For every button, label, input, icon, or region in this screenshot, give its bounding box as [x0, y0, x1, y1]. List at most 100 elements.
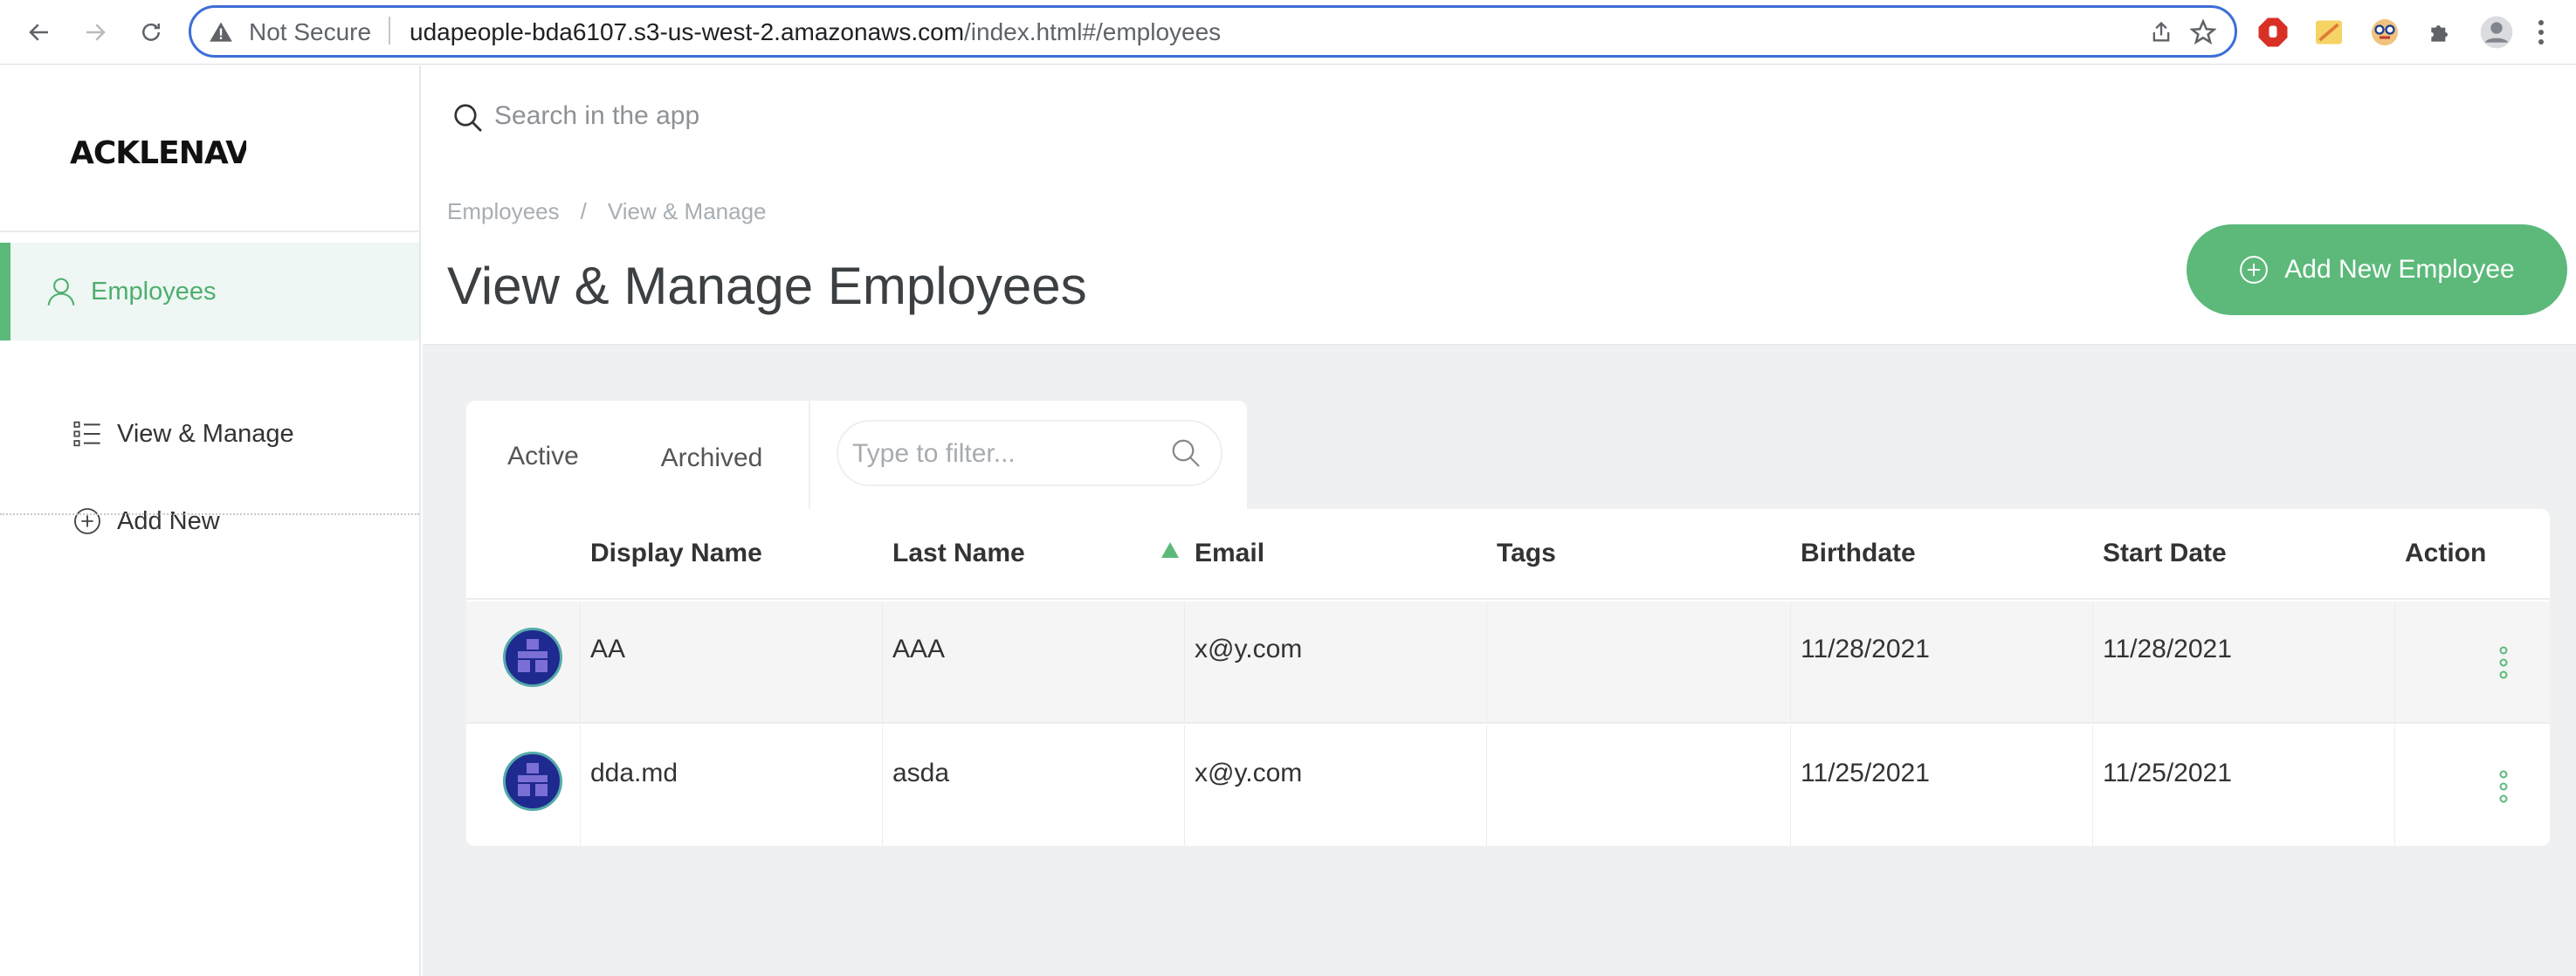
column-header-last-name[interactable]: Last Name: [892, 539, 1025, 568]
reload-icon: [142, 23, 160, 41]
search-icon: [454, 104, 482, 132]
column-divider: [1184, 725, 1185, 846]
table-header: Display Name Last Name Email Tags Birthd…: [466, 509, 2550, 600]
column-divider: [2092, 725, 2093, 846]
sidebar-item-label: Employees: [91, 277, 217, 306]
sidebar-item-employees[interactable]: Employees: [0, 243, 419, 340]
column-divider: [1790, 601, 1791, 724]
address-bar[interactable]: Not Secure udapeople-bda6107.s3-us-west-…: [189, 5, 2237, 58]
breadcrumb: Employees / View & Manage: [447, 198, 767, 225]
cell-start-date: 11/25/2021: [2103, 759, 2232, 787]
filter-input[interactable]: [852, 432, 1167, 476]
logo[interactable]: ACKLENAVENUE: [70, 135, 246, 171]
cell-display-name: dda.md: [590, 759, 678, 787]
plus-circle-icon: [2240, 256, 2269, 284]
column-divider: [1486, 601, 1487, 724]
cell-email: x@y.com: [1195, 759, 1303, 787]
tab-archived[interactable]: Archived: [641, 401, 782, 516]
url-text[interactable]: udapeople-bda6107.s3-us-west-2.amazonaws…: [410, 18, 1221, 46]
browser-menu-button[interactable]: [2531, 14, 2552, 51]
column-header-birthdate[interactable]: Birthdate: [1801, 539, 1916, 568]
column-divider: [580, 601, 581, 724]
share-button[interactable]: [2146, 17, 2177, 48]
filter-box: [837, 420, 1223, 486]
face-extension[interactable]: [2366, 14, 2403, 51]
browser-toolbar: Not Secure udapeople-bda6107.s3-us-west-…: [0, 0, 2576, 65]
notes-extension[interactable]: [2311, 14, 2347, 51]
puzzle-icon: [2431, 25, 2448, 42]
divider: [809, 401, 810, 516]
sidebar-item-view-manage[interactable]: View & Manage: [0, 397, 419, 471]
divider: [389, 17, 390, 45]
column-divider: [882, 601, 883, 724]
cell-display-name: AA: [590, 635, 626, 663]
bookmark-button[interactable]: [2187, 17, 2219, 48]
avatar: [503, 628, 562, 687]
kebab-menu-icon: [2538, 20, 2544, 45]
cell-email: x@y.com: [1195, 635, 1303, 663]
forward-button[interactable]: [75, 12, 115, 52]
column-divider: [1184, 601, 1185, 724]
forward-arrow-icon: [86, 24, 106, 41]
column-divider: [2092, 601, 2093, 724]
breadcrumb-separator: /: [580, 198, 587, 224]
page-header: Employees / View & Manage View & Manage …: [423, 182, 2576, 345]
sidebar-item-add-new[interactable]: Add New: [0, 485, 419, 558]
search-icon[interactable]: [1170, 437, 1202, 469]
column-header-start-date[interactable]: Start Date: [2103, 539, 2227, 568]
tab-bar: Active Archived: [466, 401, 1247, 516]
cell-last-name: AAA: [892, 635, 946, 663]
profile-icon: [2480, 16, 2513, 49]
column-header-email[interactable]: Email: [1195, 539, 1264, 568]
avatar-image-icon: [518, 763, 548, 796]
back-arrow-icon: [29, 24, 48, 41]
sort-ascending-icon[interactable]: [1160, 540, 1181, 560]
stop-hand-icon: [2258, 17, 2288, 47]
back-button[interactable]: [19, 12, 59, 52]
row-actions-menu-icon[interactable]: [2497, 769, 2510, 804]
breadcrumb-item[interactable]: View & Manage: [608, 198, 767, 225]
search-input[interactable]: [494, 92, 2066, 141]
column-divider: [580, 725, 581, 846]
sidebar: ACKLENAVENUE Employees View & Manage Add…: [0, 65, 421, 976]
avatar-image-icon: [518, 639, 548, 672]
table-row[interactable]: AA AAA x@y.com 11/28/2021 11/28/2021: [466, 601, 2550, 724]
cell-start-date: 11/28/2021: [2103, 635, 2232, 663]
note-icon: [2316, 20, 2342, 45]
sidebar-item-label: View & Manage: [117, 419, 294, 448]
url-host: udapeople-bda6107.s3-us-west-2.amazonaws…: [410, 18, 965, 45]
table-row[interactable]: dda.md asda x@y.com 11/25/2021 11/25/202…: [466, 725, 2550, 846]
security-label[interactable]: Not Secure: [249, 18, 371, 46]
user-icon: [47, 278, 75, 306]
page-title: View & Manage Employees: [447, 257, 1087, 315]
warning-icon: [210, 22, 232, 42]
adblock-extension[interactable]: [2255, 14, 2291, 51]
tab-active[interactable]: Active: [466, 401, 620, 516]
breadcrumb-item[interactable]: Employees: [447, 198, 560, 225]
column-divider: [882, 725, 883, 846]
url-path: /index.html#/employees: [964, 18, 1222, 45]
sidebar-item-label: Add New: [117, 506, 220, 535]
app: ACKLENAVENUE Employees View & Manage Add…: [0, 65, 2576, 976]
column-divider: [1486, 725, 1487, 846]
divider: [0, 230, 419, 232]
star-icon: [2190, 19, 2216, 45]
row-actions-menu-icon[interactable]: [2497, 645, 2510, 680]
list-icon: [73, 421, 100, 447]
glasses-face-icon: [2372, 19, 2398, 45]
reload-button[interactable]: [131, 12, 171, 52]
column-divider: [1790, 725, 1791, 846]
profile-button[interactable]: [2478, 14, 2515, 51]
add-new-employee-button[interactable]: Add New Employee: [2187, 224, 2567, 315]
column-header-display-name[interactable]: Display Name: [590, 539, 762, 568]
avatar: [503, 752, 562, 811]
cell-birthdate: 11/28/2021: [1801, 635, 1930, 663]
column-header-tags[interactable]: Tags: [1497, 539, 1556, 568]
extensions-button[interactable]: [2422, 14, 2459, 51]
column-header-action: Action: [2405, 539, 2487, 567]
column-divider: [2394, 725, 2395, 846]
column-divider: [2394, 601, 2395, 724]
cell-last-name: asda: [892, 759, 950, 787]
cell-birthdate: 11/25/2021: [1801, 759, 1930, 787]
employees-table: Display Name Last Name Email Tags Birthd…: [466, 509, 2550, 846]
